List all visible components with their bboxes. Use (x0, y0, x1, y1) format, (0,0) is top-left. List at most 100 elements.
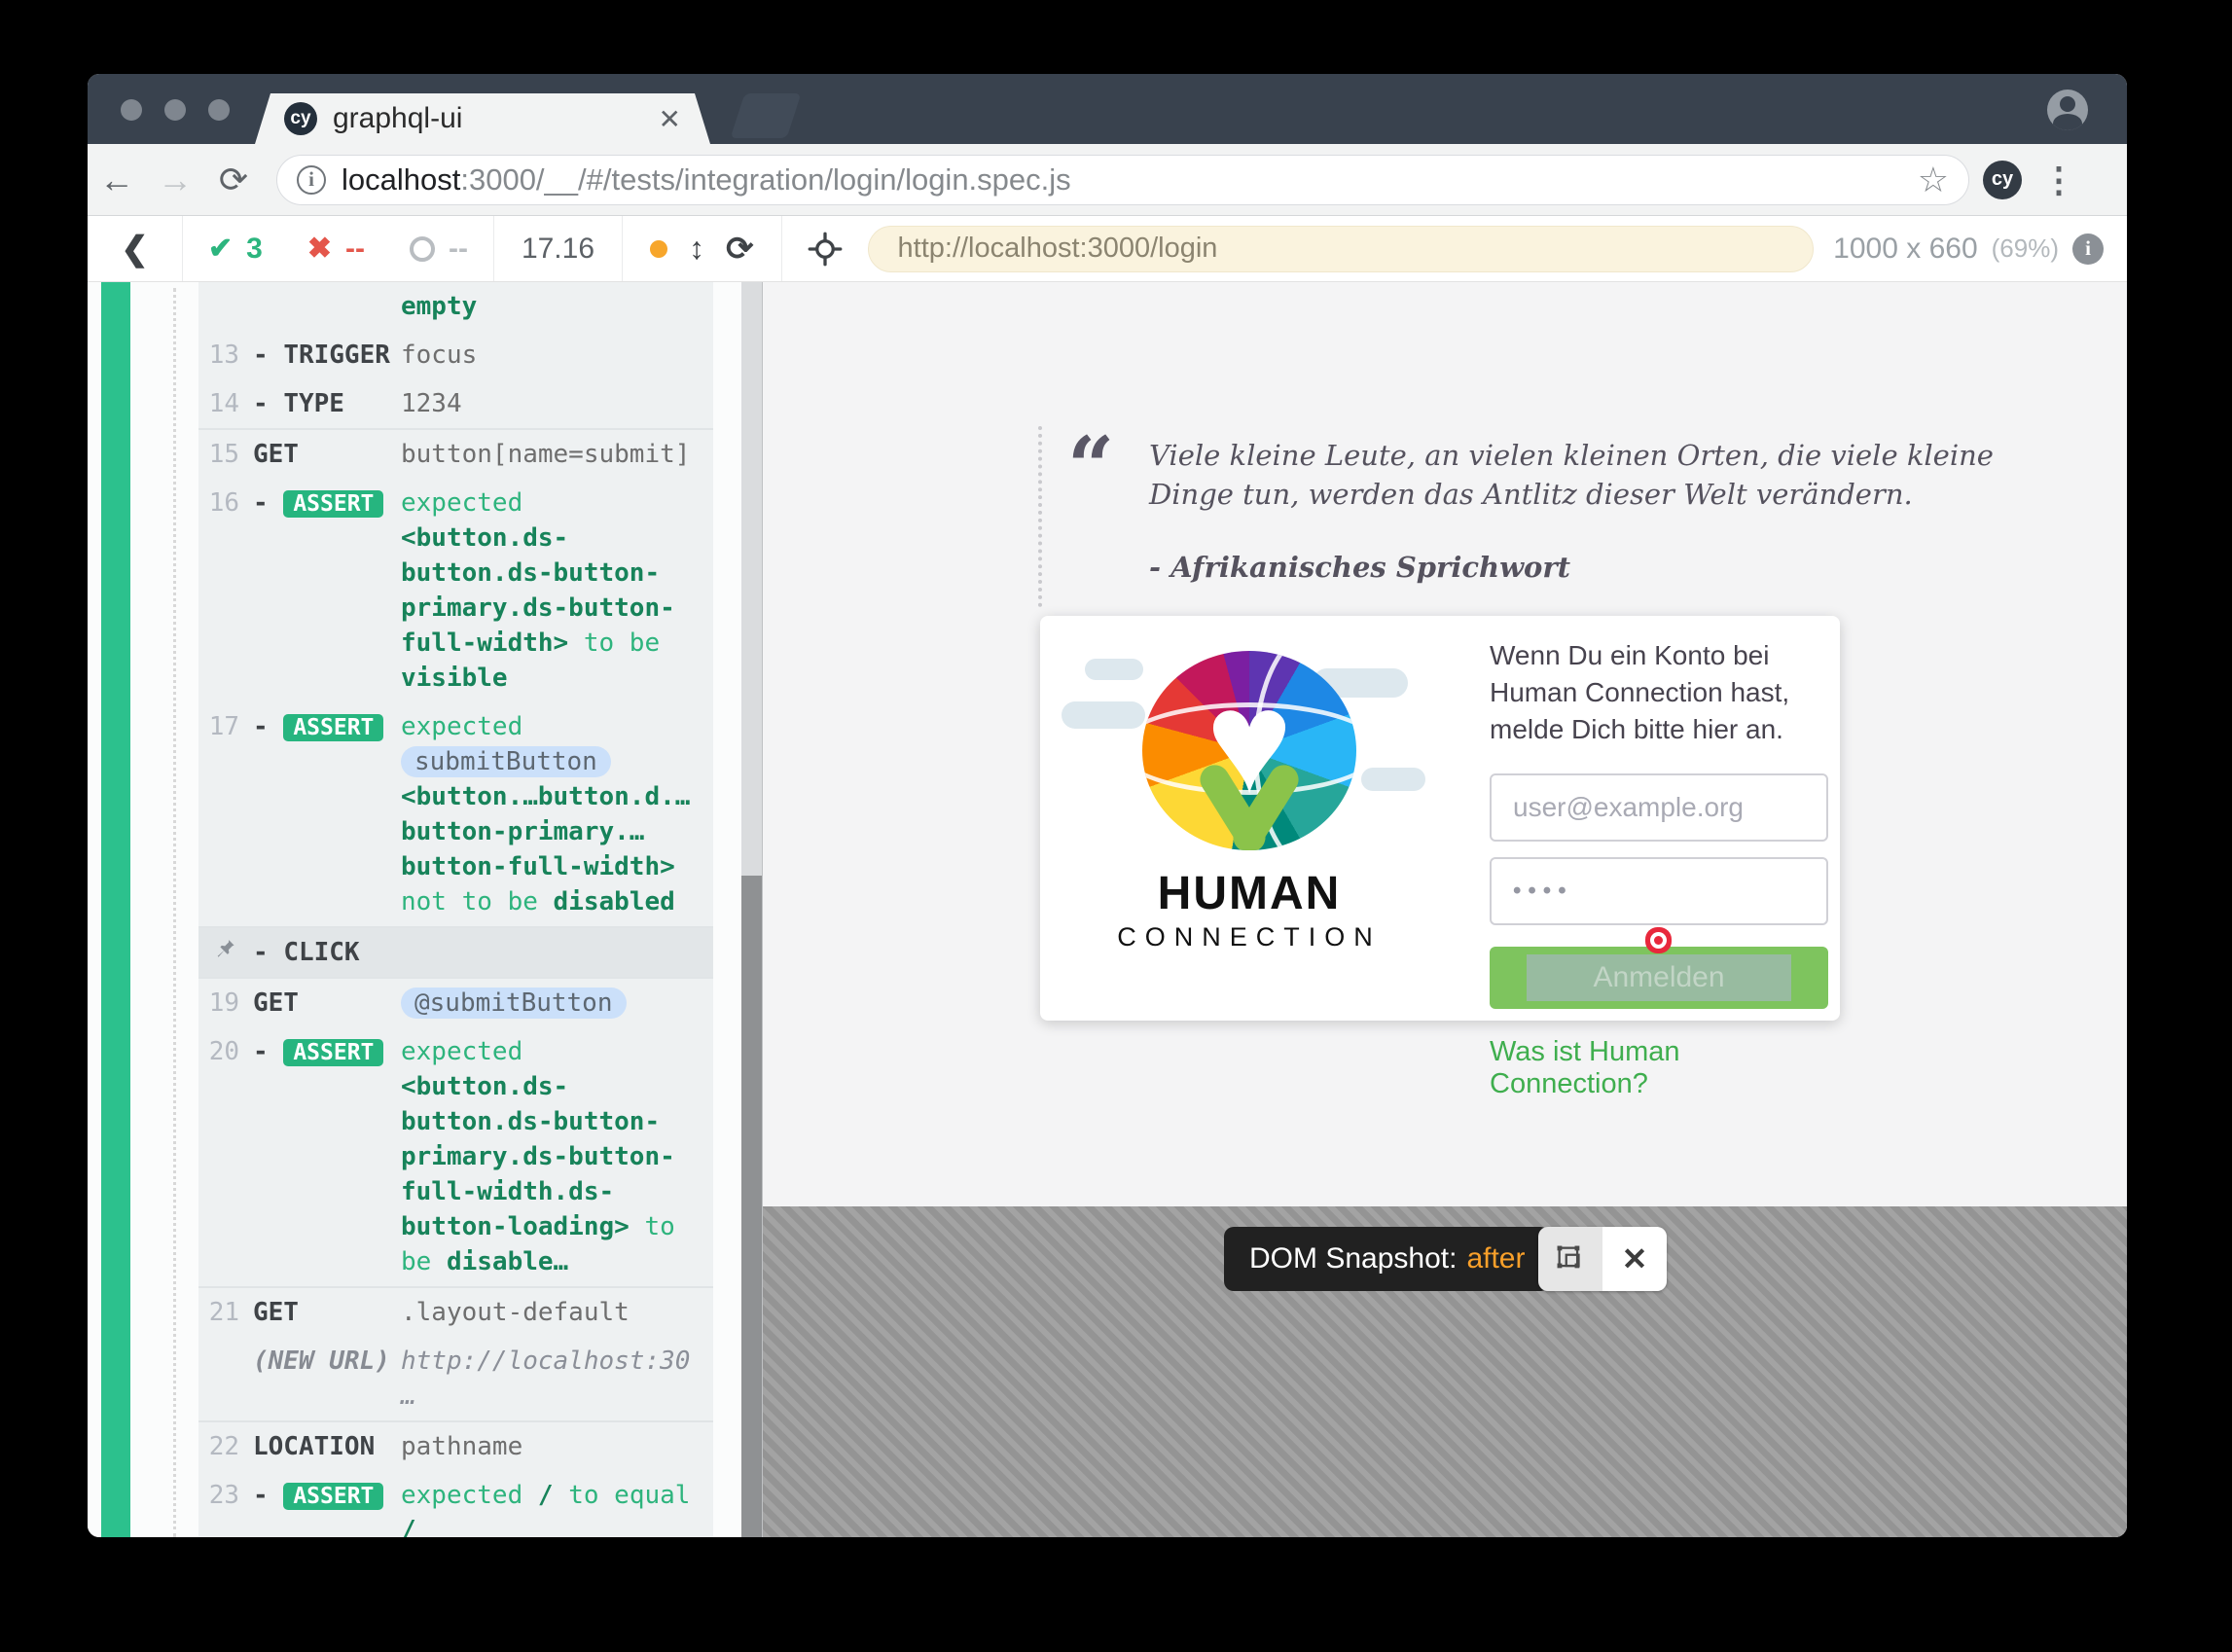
assert-badge: ASSERT (283, 714, 383, 741)
brand-top: HUMAN (1040, 867, 1458, 920)
command-message: focus (401, 338, 713, 373)
viewport-controls: ↕ ⟳ (623, 230, 781, 269)
new-tab-button[interactable] (731, 93, 802, 138)
quote-attribution: - Afrikanisches Sprichwort (1149, 551, 2050, 584)
snapshot-highlight-toggle-button[interactable] (1538, 1227, 1602, 1291)
command-log-row[interactable]: 13- TRIGGERfocus (198, 331, 713, 379)
collapse-reporter-icon[interactable]: ❮ (88, 230, 182, 269)
bookmark-star-icon[interactable]: ☆ (1902, 160, 1949, 200)
brand-bottom: CONNECTION (1040, 922, 1458, 952)
command-number (198, 289, 253, 324)
command-message: expected / to equal / (401, 1478, 713, 1537)
snapshot-state: after (1466, 1242, 1525, 1275)
reload-icon[interactable]: ⟳ (204, 160, 263, 200)
outside-viewport-area: DOM Snapshot: after (763, 1206, 2127, 1537)
command-message: .layout-default (401, 1295, 713, 1330)
command-message: http://localhost:30… (401, 1344, 713, 1414)
command-log-row[interactable]: 22LOCATIONpathname (198, 1422, 713, 1471)
assert-badge: ASSERT (283, 1039, 383, 1066)
command-number: 23 (198, 1478, 253, 1537)
maximize-window-icon[interactable] (208, 99, 230, 121)
viewport-size: 1000 x 660 (1833, 233, 1977, 266)
anmelden-button[interactable]: Anmelden (1490, 947, 1828, 1009)
cypress-toolbar: ❮ ✔ 3 ✖ -- -- 17.16 ↕ ⟳ http://localhost… (88, 216, 2127, 282)
anmelden-button-label: Anmelden (1593, 961, 1724, 994)
command-number (198, 1344, 253, 1414)
command-name: - CLICK (253, 935, 401, 970)
quote-text: Viele kleine Leute, an vielen kleinen Or… (1149, 436, 2050, 514)
command-number: 14 (198, 386, 253, 421)
what-is-human-connection-link[interactable]: Was ist Human Connection? (1490, 1036, 1828, 1100)
command-message: pathname (401, 1429, 713, 1464)
command-name: - TRIGGER (253, 338, 401, 373)
reporter-scrollbar-thumb[interactable] (741, 876, 762, 1537)
tab-close-icon[interactable]: ✕ (659, 103, 681, 135)
pending-icon (410, 236, 435, 262)
url-path: :3000/__/#/tests/integration/login/login… (460, 162, 1070, 198)
logo-column: ♥ HUMAN CONNECTION (1040, 616, 1458, 1021)
command-number: 16 (198, 485, 253, 696)
restart-tests-icon[interactable]: ⟳ (726, 230, 754, 269)
command-name: (NEW URL) (253, 1344, 401, 1414)
command-message: 1234 (401, 386, 713, 421)
quote-mark-icon: “ (1067, 426, 1114, 508)
command-log-row[interactable]: 23- ASSERTexpected / to equal / (198, 1471, 713, 1537)
command-number: 17 (198, 709, 253, 919)
brand-wordmark: HUMAN CONNECTION (1040, 867, 1458, 952)
command-number: 15 (198, 437, 253, 472)
snapshot-close-button[interactable]: ✕ (1602, 1227, 1667, 1291)
window-controls[interactable] (121, 99, 230, 121)
window-titlebar: cy graphql-ui ✕ (88, 74, 2127, 144)
app-under-test: “ Viele kleine Leute, an vielen kleinen … (762, 282, 2127, 1537)
snapshot-controls: ✕ (1538, 1227, 1667, 1291)
command-log-row[interactable]: empty (198, 282, 713, 331)
command-log-row[interactable]: (NEW URL)http://localhost:30… (198, 1337, 713, 1422)
crowd-of-people (1069, 760, 1429, 867)
command-log-row[interactable]: 15GETbutton[name=submit] (198, 430, 713, 479)
command-name: - ASSERT (253, 485, 401, 696)
command-name: - TYPE (253, 386, 401, 421)
command-log-row[interactable]: 16- ASSERTexpected <button.ds-button.ds-… (198, 479, 713, 702)
command-message: expected submitButton <button.…button.d.… (401, 709, 713, 919)
command-log-row[interactable]: 21GET.layout-default (198, 1288, 713, 1337)
command-log-row[interactable]: 20- ASSERTexpected <button.ds-button.ds-… (198, 1027, 713, 1288)
close-window-icon[interactable] (121, 99, 142, 121)
command-message: @submitButton (401, 986, 713, 1021)
command-log-row[interactable]: 19GET@submitButton (198, 979, 713, 1027)
command-log-rows: empty13- TRIGGERfocus14- TYPE123415GETbu… (198, 282, 713, 1537)
login-form: Wenn Du ein Konto bei Human Connection h… (1490, 637, 1828, 1100)
email-input[interactable] (1490, 773, 1828, 842)
back-icon[interactable]: ← (88, 160, 146, 200)
command-number: 19 (198, 986, 253, 1021)
command-log-row[interactable]: 17- ASSERTexpected submitButton <button.… (198, 702, 713, 928)
browser-window: cy graphql-ui ✕ ← → ⟳ i localhost :3000/… (88, 74, 2127, 1537)
command-log-row[interactable]: 14- TYPE1234 (198, 379, 713, 430)
snapshot-label: DOM Snapshot: (1249, 1242, 1457, 1275)
browser-tab[interactable]: cy graphql-ui ✕ (255, 93, 710, 144)
aut-url-field[interactable]: http://localhost:3000/login (868, 226, 1815, 272)
test-stats: ✔ 3 ✖ -- -- (183, 232, 493, 266)
browser-menu-icon[interactable]: ⋮ (2022, 160, 2098, 200)
avatar-head (2060, 96, 2075, 112)
address-bar[interactable]: i localhost :3000/__/#/tests/integration… (276, 155, 1969, 205)
command-name: LOCATION (253, 1429, 401, 1464)
minimize-window-icon[interactable] (164, 99, 186, 121)
reporter-scrollbar[interactable] (741, 282, 762, 1537)
command-name: - ASSERT (253, 1478, 401, 1537)
close-icon: ✕ (1622, 1240, 1648, 1277)
passed-count: 3 (246, 233, 263, 266)
cypress-extension-icon[interactable]: cy (1983, 161, 2022, 199)
cypress-favicon-icon: cy (284, 102, 317, 135)
selector-playground-icon[interactable] (808, 232, 843, 267)
command-log-row[interactable]: - CLICK (198, 928, 713, 979)
command-name: GET (253, 1295, 401, 1330)
human-connection-logo: ♥ (1069, 651, 1429, 861)
page-info-icon[interactable]: i (297, 165, 326, 195)
profile-avatar-icon[interactable] (2047, 90, 2088, 130)
log-dotted-line (173, 288, 176, 1537)
password-input[interactable]: •••• (1490, 857, 1828, 925)
command-message: expected <button.ds-button.ds-button-pri… (401, 1034, 713, 1279)
viewport-info-icon[interactable]: i (2072, 233, 2104, 265)
assert-badge: ASSERT (283, 490, 383, 518)
cloud-shape (1062, 701, 1145, 729)
